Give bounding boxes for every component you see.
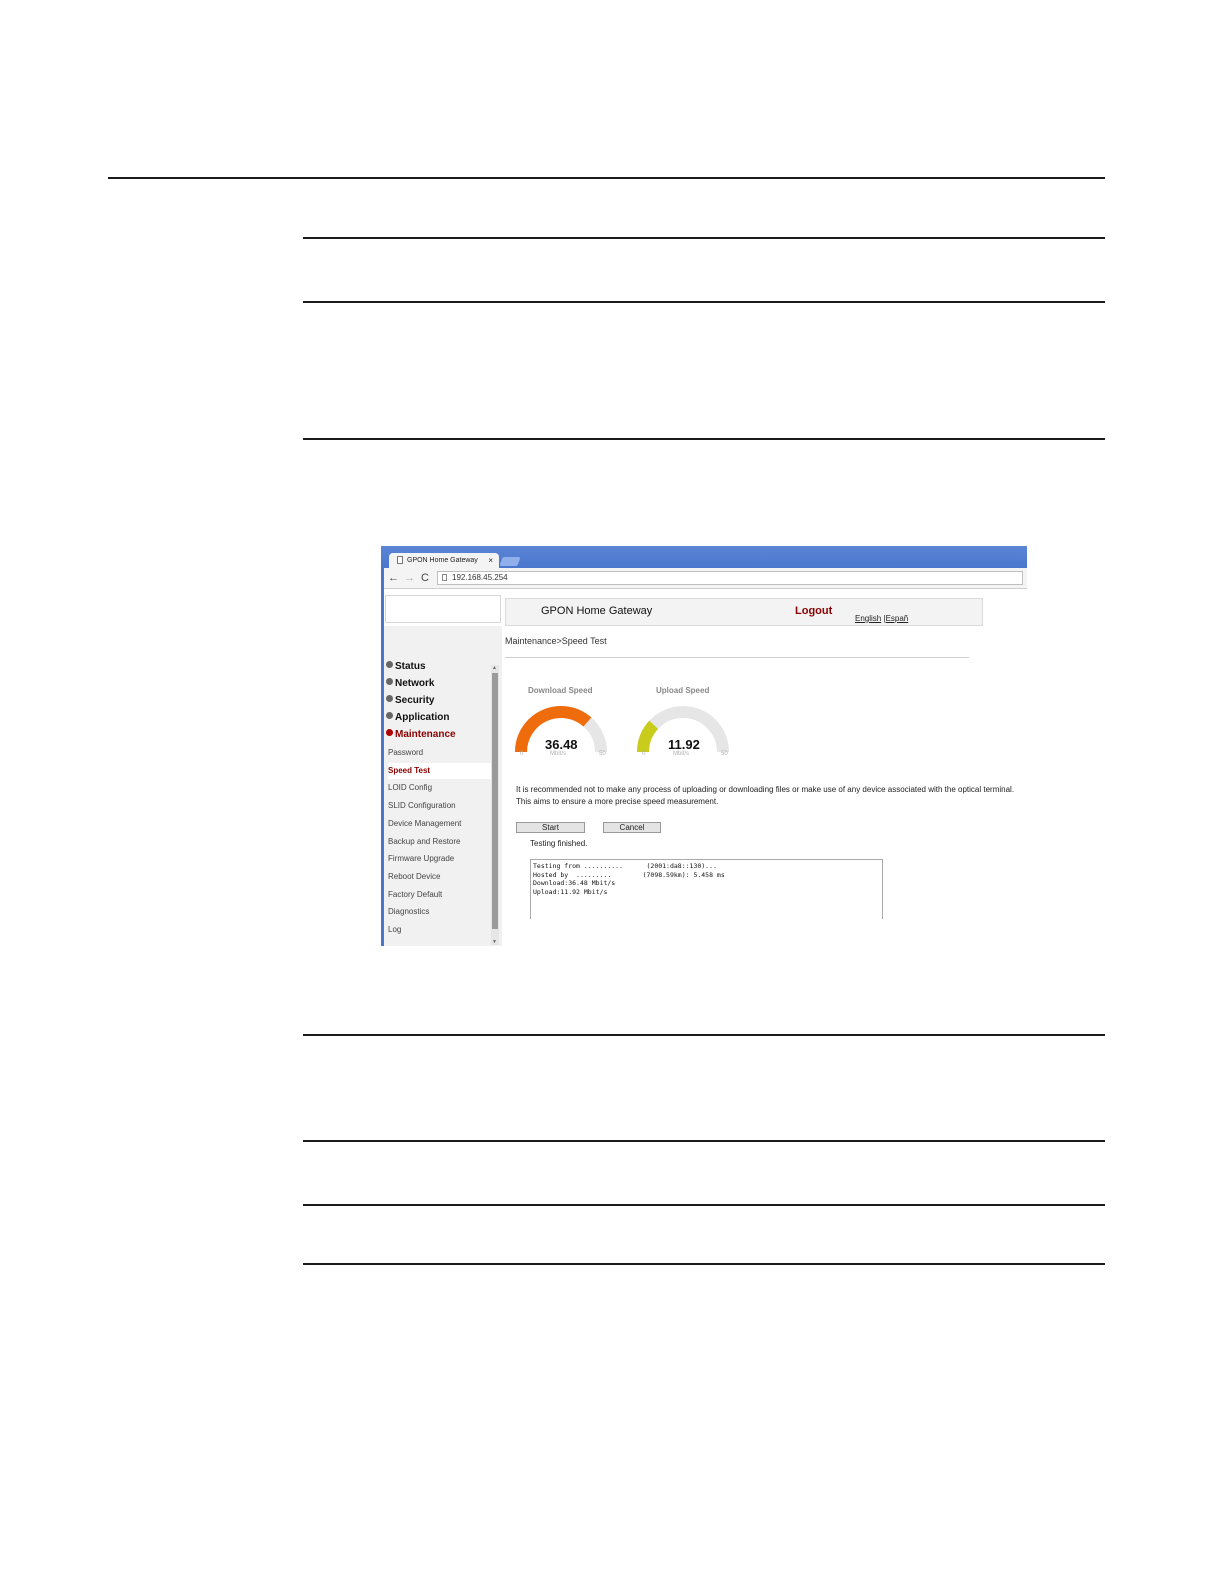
sidebar-category-network[interactable]: Network: [386, 677, 434, 691]
expand-icon: [386, 712, 393, 719]
result-line: Download:36.48 Mbit/s: [533, 879, 616, 887]
page-rule-top: [108, 177, 1105, 179]
reload-icon[interactable]: C: [421, 570, 429, 586]
speed-test-notice: It is recommended not to make any proces…: [516, 784, 1026, 808]
section-rule-4: [303, 1034, 1105, 1036]
sidebar-item-factory-default[interactable]: Factory Default: [388, 887, 491, 903]
section-rule-3: [303, 438, 1105, 440]
download-speed-value: 36.48: [545, 737, 578, 752]
start-button[interactable]: Start: [516, 822, 585, 833]
download-gauge-max: 50: [599, 751, 606, 757]
page-icon: [442, 574, 447, 581]
app-header: GPON Home Gateway Logout English |Españ: [505, 598, 983, 626]
download-gauge-min: 0: [520, 751, 524, 757]
browser-screenshot: GPON Home Gateway × ← → C 192.168.45.254…: [381, 546, 1027, 946]
sidebar-item-log[interactable]: Log: [388, 922, 491, 938]
sidebar-item-loid-config[interactable]: LOID Config: [388, 780, 491, 796]
sidebar-item-reboot-device[interactable]: Reboot Device: [388, 869, 491, 885]
download-gauge-label: Download Speed: [528, 686, 593, 695]
sidebar-category-security[interactable]: Security: [386, 694, 434, 708]
url-text: 192.168.45.254: [452, 573, 508, 582]
tab-title: GPON Home Gateway: [407, 557, 478, 564]
app-title: GPON Home Gateway: [541, 605, 653, 617]
lang-spanish-link[interactable]: Españ: [886, 614, 909, 623]
browser-tab[interactable]: GPON Home Gateway ×: [389, 553, 499, 568]
logout-link[interactable]: Logout: [795, 605, 832, 617]
test-status: Testing finished.: [530, 839, 588, 848]
new-tab-button[interactable]: [499, 557, 521, 566]
cancel-button[interactable]: Cancel: [603, 822, 661, 833]
url-input[interactable]: 192.168.45.254: [437, 571, 1023, 585]
sidebar-scrollbar[interactable]: ▲ ▼: [491, 665, 499, 945]
sidebar-item-device-management[interactable]: Device Management: [388, 816, 491, 832]
notice-line-1: It is recommended not to make any proces…: [516, 785, 1015, 794]
section-rule-1: [303, 237, 1105, 239]
result-line: Hosted by ......... (7098.59km): 5.458 m…: [533, 870, 725, 879]
notice-line-2: This aims to ensure a more precise speed…: [516, 797, 719, 806]
result-line: Testing from .......... (2001:da8::130).…: [533, 862, 717, 870]
section-rule-2: [303, 301, 1105, 303]
upload-gauge-fill: [637, 720, 659, 753]
sidebar-category-label: Maintenance: [395, 729, 456, 740]
breadcrumb: Maintenance>Speed Test: [505, 636, 607, 646]
divider: [505, 657, 969, 658]
upload-gauge-max: 50: [721, 751, 728, 757]
section-rule-7: [303, 1263, 1105, 1265]
language-switch: English |Españ: [855, 614, 908, 623]
forward-arrow-icon[interactable]: →: [404, 570, 415, 586]
sidebar-item-firmware-upgrade[interactable]: Firmware Upgrade: [388, 851, 491, 867]
sidebar-category-label: Security: [395, 695, 435, 706]
sidebar-item-speed-test[interactable]: Speed Test: [388, 762, 491, 779]
sidebar-item-backup-and-restore[interactable]: Backup and Restore: [388, 834, 491, 850]
scroll-down-icon[interactable]: ▼: [492, 939, 497, 945]
upload-gauge-label: Upload Speed: [656, 686, 710, 695]
sidebar-category-label: Network: [395, 678, 435, 689]
browser-tab-strip: GPON Home Gateway ×: [381, 546, 1027, 568]
sidebar-item-password[interactable]: Password: [388, 745, 491, 761]
sidebar-item-diagnostics[interactable]: Diagnostics: [388, 904, 491, 920]
upload-gauge-unit: Mbit/s: [673, 751, 690, 757]
address-toolbar: ← → C 192.168.45.254: [381, 568, 1027, 589]
upload-speed-value: 11.92: [668, 737, 700, 752]
logo-area: [385, 595, 501, 623]
expand-icon: [386, 678, 393, 685]
expand-icon: [386, 661, 393, 668]
scrollbar-thumb[interactable]: [492, 673, 498, 929]
expand-icon: [386, 695, 393, 702]
close-icon[interactable]: ×: [488, 553, 493, 568]
page-icon: [397, 556, 403, 564]
result-output: Testing from .......... (2001:da8::130).…: [530, 859, 883, 919]
back-arrow-icon[interactable]: ←: [388, 570, 399, 586]
scroll-up-icon[interactable]: ▲: [492, 665, 497, 671]
upload-gauge-min: 0: [642, 751, 646, 757]
sidebar-category-label: Application: [395, 712, 450, 723]
result-line: Upload:11.92 Mbit/s: [533, 887, 608, 896]
download-gauge-unit: Mbit/s: [550, 751, 567, 757]
sidebar-category-label: Status: [395, 661, 426, 672]
lang-english-link[interactable]: English: [855, 614, 881, 623]
section-rule-5: [303, 1140, 1105, 1142]
sidebar-category-maintenance[interactable]: Maintenance: [386, 728, 456, 742]
section-rule-6: [303, 1204, 1105, 1206]
sidebar-category-application[interactable]: Application: [386, 711, 449, 725]
collapse-icon: [386, 729, 393, 736]
sidebar-category-status[interactable]: Status: [386, 660, 426, 674]
sidebar-item-slid-configuration[interactable]: SLID Configuration: [388, 798, 491, 814]
